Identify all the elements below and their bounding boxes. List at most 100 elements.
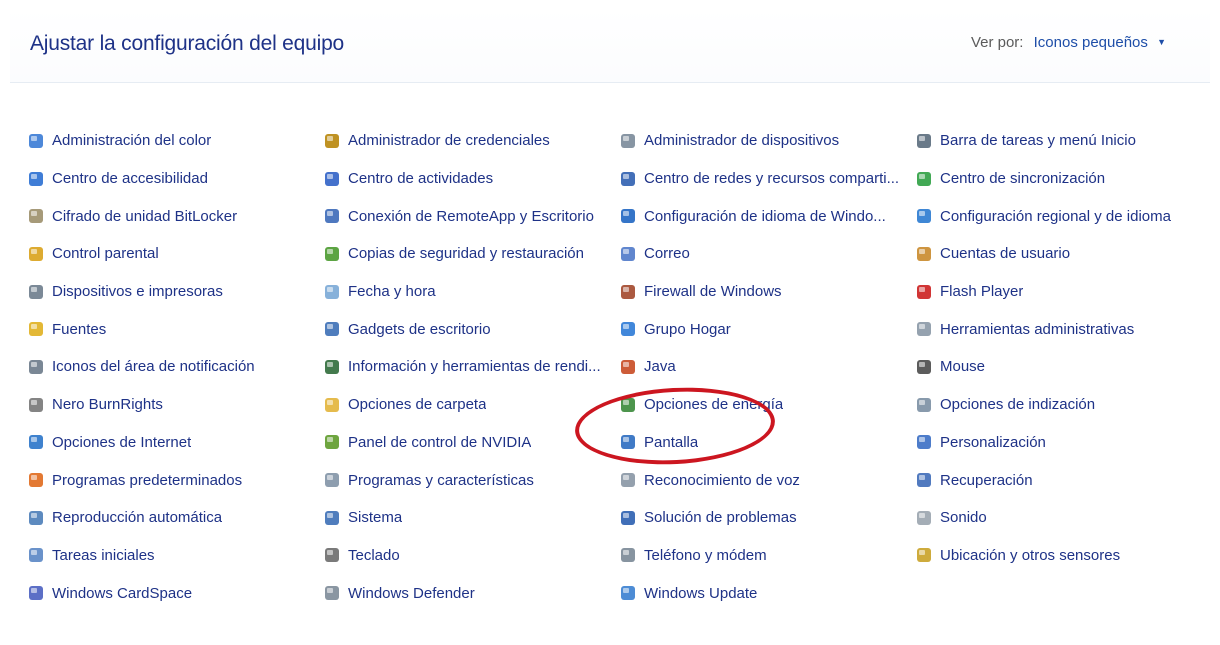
- control-panel-item[interactable]: Dispositivos e impresoras: [26, 273, 322, 311]
- control-panel-item[interactable]: Solución de problemas: [618, 499, 914, 537]
- item-label: Tareas iniciales: [52, 546, 155, 564]
- control-panel-item[interactable]: Windows Update: [618, 574, 914, 612]
- control-panel-item[interactable]: Windows Defender: [322, 574, 618, 612]
- control-panel-item[interactable]: Centro de actividades: [322, 160, 618, 198]
- sound-icon: [914, 508, 934, 528]
- item-label: Control parental: [52, 245, 159, 263]
- item-label: Panel de control de NVIDIA: [348, 433, 532, 451]
- control-panel-item[interactable]: Copias de seguridad y restauración: [322, 235, 618, 273]
- item-label: Dispositivos e impresoras: [52, 283, 223, 301]
- control-panel-item[interactable]: Configuración de idioma de Windo...: [618, 197, 914, 235]
- taskbar-icon: [914, 131, 934, 151]
- item-label: Correo: [644, 245, 690, 263]
- control-panel-item[interactable]: Firewall de Windows: [618, 273, 914, 311]
- item-label: Windows CardSpace: [52, 584, 193, 602]
- action-center-flag-icon: [322, 169, 342, 189]
- item-label: Flash Player: [940, 283, 1024, 301]
- control-panel-item[interactable]: Tareas iniciales: [26, 537, 322, 575]
- control-panel-item[interactable]: Iconos del área de notificación: [26, 348, 322, 386]
- control-panel-item[interactable]: Nero BurnRights: [26, 386, 322, 424]
- item-label: Centro de actividades: [348, 170, 494, 188]
- color-management-icon: [26, 131, 46, 151]
- control-panel-item[interactable]: Mouse: [914, 348, 1206, 386]
- control-panel-item[interactable]: Configuración regional y de idioma: [914, 197, 1206, 235]
- control-panel-item[interactable]: Programas y características: [322, 461, 618, 499]
- phone-modem-icon: [618, 545, 638, 565]
- control-panel-item[interactable]: Pantalla: [618, 424, 914, 462]
- control-panel-item[interactable]: Centro de sincronización: [914, 160, 1206, 198]
- system-icon: [322, 508, 342, 528]
- control-panel-item[interactable]: Reproducción automática: [26, 499, 322, 537]
- item-label: Recuperación: [940, 471, 1033, 489]
- item-label: Reconocimiento de voz: [644, 471, 800, 489]
- control-panel-item[interactable]: Grupo Hogar: [618, 310, 914, 348]
- control-panel-item[interactable]: Panel de control de NVIDIA: [322, 424, 618, 462]
- autoplay-icon: [26, 508, 46, 528]
- control-panel-item[interactable]: Administrador de dispositivos: [618, 122, 914, 160]
- fonts-icon: [26, 319, 46, 339]
- control-panel-item[interactable]: Barra de tareas y menú Inicio: [914, 122, 1206, 160]
- control-panel-item[interactable]: Fecha y hora: [322, 273, 618, 311]
- power-options-icon: [618, 395, 638, 415]
- user-accounts-icon: [914, 244, 934, 264]
- control-panel-item[interactable]: Personalización: [914, 424, 1206, 462]
- item-label: Mouse: [940, 358, 986, 376]
- chevron-down-icon[interactable]: ▼: [1157, 37, 1166, 47]
- control-panel-item[interactable]: Opciones de carpeta: [322, 386, 618, 424]
- control-panel-item[interactable]: Sistema: [322, 499, 618, 537]
- item-label: Barra de tareas y menú Inicio: [940, 132, 1136, 150]
- control-panel-item[interactable]: Cuentas de usuario: [914, 235, 1206, 273]
- display-icon: [618, 432, 638, 452]
- item-label: Programas y características: [348, 471, 534, 489]
- control-panel-item[interactable]: Opciones de energía: [618, 386, 914, 424]
- control-panel-item[interactable]: Programas predeterminados: [26, 461, 322, 499]
- keyboard-icon: [322, 545, 342, 565]
- sync-center-icon: [914, 169, 934, 189]
- control-panel-item[interactable]: Administrador de credenciales: [322, 122, 618, 160]
- region-globe-icon: [914, 206, 934, 226]
- control-panel-item[interactable]: Teléfono y módem: [618, 537, 914, 575]
- control-panel-item[interactable]: Conexión de RemoteApp y Escritorio: [322, 197, 618, 235]
- mail-icon: [618, 244, 638, 264]
- remoteapp-icon: [322, 206, 342, 226]
- control-panel-item[interactable]: Sonido: [914, 499, 1206, 537]
- control-panel-item[interactable]: Teclado: [322, 537, 618, 575]
- item-label: Sistema: [348, 509, 403, 527]
- item-label: Herramientas administrativas: [940, 320, 1135, 338]
- control-panel-item[interactable]: Fuentes: [26, 310, 322, 348]
- control-panel-item[interactable]: Correo: [618, 235, 914, 273]
- item-label: Sonido: [940, 509, 987, 527]
- notification-area-icon: [26, 357, 46, 377]
- desktop-gadgets-icon: [322, 319, 342, 339]
- device-manager-icon: [618, 131, 638, 151]
- view-by-control: Ver por: Iconos pequeños ▼: [971, 34, 1166, 51]
- speech-recognition-icon: [618, 470, 638, 490]
- item-label: Opciones de indización: [940, 396, 1096, 414]
- view-by-label: Ver por:: [970, 34, 1024, 51]
- devices-printers-icon: [26, 282, 46, 302]
- control-panel-item[interactable]: Cifrado de unidad BitLocker: [26, 197, 322, 235]
- item-label: Nero BurnRights: [52, 396, 163, 414]
- item-label: Solución de problemas: [644, 509, 797, 527]
- item-label: Administración del color: [52, 132, 212, 150]
- control-panel-item[interactable]: Administración del color: [26, 122, 322, 160]
- item-label: Gadgets de escritorio: [348, 320, 491, 338]
- control-panel-item[interactable]: Flash Player: [914, 273, 1206, 311]
- item-label: Windows Update: [644, 584, 758, 602]
- control-panel-item[interactable]: Ubicación y otros sensores: [914, 537, 1206, 575]
- nero-icon: [26, 395, 46, 415]
- control-panel-item[interactable]: Opciones de indización: [914, 386, 1206, 424]
- control-panel-item[interactable]: Windows CardSpace: [26, 574, 322, 612]
- item-label: Configuración de idioma de Windo...: [644, 207, 886, 225]
- control-panel-item[interactable]: Control parental: [26, 235, 322, 273]
- control-panel-item[interactable]: Opciones de Internet: [26, 424, 322, 462]
- control-panel-item[interactable]: Recuperación: [914, 461, 1206, 499]
- control-panel-item[interactable]: Información y herramientas de rendi...: [322, 348, 618, 386]
- control-panel-item[interactable]: Gadgets de escritorio: [322, 310, 618, 348]
- control-panel-item[interactable]: Reconocimiento de voz: [618, 461, 914, 499]
- control-panel-item[interactable]: Centro de accesibilidad: [26, 160, 322, 198]
- control-panel-item[interactable]: Java: [618, 348, 914, 386]
- control-panel-item[interactable]: Centro de redes y recursos comparti...: [618, 160, 914, 198]
- control-panel-item[interactable]: Herramientas administrativas: [914, 310, 1206, 348]
- view-by-dropdown[interactable]: Iconos pequeños: [1034, 34, 1148, 51]
